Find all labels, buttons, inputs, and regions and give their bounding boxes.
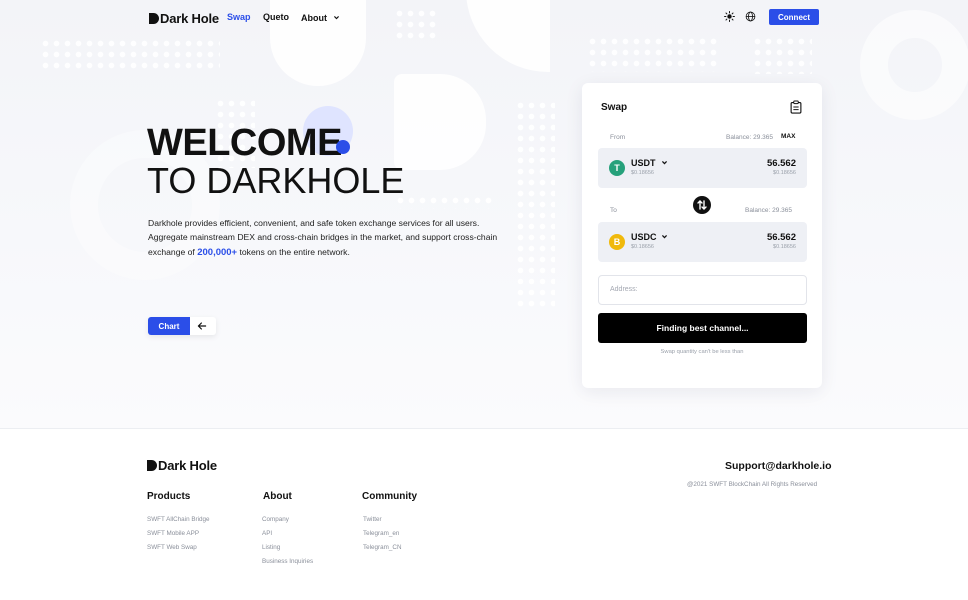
nav-queto[interactable]: Queto <box>263 12 289 22</box>
connect-button[interactable]: Connect <box>769 9 819 25</box>
logo-mark-icon <box>149 13 159 24</box>
to-balance: Balance: 29.365 <box>745 207 792 214</box>
swap-arrows-icon <box>697 200 707 210</box>
dot-pattern <box>395 195 495 209</box>
nav-about-label: About <box>301 13 327 23</box>
from-token-box[interactable]: T USDT $0.18656 56.562 $0.18656 <box>598 148 807 188</box>
from-token-price: $0.18656 <box>631 170 654 176</box>
to-token-name: USDC <box>631 232 657 242</box>
hero-description: Darkhole provides efficient, convenient,… <box>148 216 508 260</box>
footer-col-about-title: About <box>263 491 292 502</box>
chart-toggle: Chart <box>148 317 216 335</box>
chart-button[interactable]: Chart <box>148 317 190 335</box>
to-amount: 56.562 <box>766 232 796 243</box>
hero-background <box>0 0 968 428</box>
swap-hint: Swap quantity can't be less than <box>660 349 744 355</box>
footer-col-community-title: Community <box>362 491 417 502</box>
footer-link[interactable]: Twitter <box>363 516 382 523</box>
logo[interactable]: Dark Hole <box>149 11 219 26</box>
dot-pattern <box>587 36 717 72</box>
footer-link[interactable]: Listing <box>262 544 280 551</box>
globe-icon[interactable] <box>745 11 756 22</box>
from-balance: Balance: 29.365 <box>726 134 773 141</box>
chevron-down-icon <box>333 16 339 20</box>
sun-icon[interactable] <box>724 11 735 22</box>
footer-link[interactable]: Telegram_en <box>363 530 399 537</box>
from-label: From <box>610 134 626 141</box>
support-email-link[interactable]: Support@darkhole.io <box>725 460 832 472</box>
logo-text: Dark Hole <box>160 11 219 26</box>
footer-logo[interactable]: Dark Hole <box>147 458 217 473</box>
nav-about[interactable]: About <box>301 13 340 23</box>
from-amount-value: $0.18656 <box>773 170 796 176</box>
hero-title-line1: WELCOME <box>147 122 342 164</box>
copyright-text: @2021 SWFT BlockChain All Rights Reserve… <box>687 481 818 488</box>
to-token-box[interactable]: B USDC $0.18656 56.562 $0.18656 <box>598 222 807 262</box>
hero-title-line2: TO DARKHOLE <box>147 160 405 201</box>
blue-dot-accent <box>336 140 350 154</box>
from-token-name: USDT <box>631 158 656 168</box>
top-nav: Dark Hole Swap Queto About Connect <box>0 0 968 34</box>
logo-mark-icon <box>147 460 157 471</box>
from-amount[interactable]: 56.562 <box>767 158 796 169</box>
address-input[interactable]: Address: <box>598 275 807 305</box>
address-placeholder: Address: <box>610 286 638 293</box>
footer-logo-text: Dark Hole <box>158 458 217 473</box>
swap-card-title: Swap <box>601 102 628 113</box>
footer-link[interactable]: SWFT AllChain Bridge <box>147 516 210 523</box>
finding-channel-button[interactable]: Finding best channel... <box>598 313 807 343</box>
footer-link[interactable]: SWFT Web Swap <box>147 544 197 551</box>
token-count-highlight: 200,000+ <box>197 246 238 258</box>
max-button[interactable]: MAX <box>781 133 795 140</box>
footer-link[interactable]: Company <box>262 516 289 523</box>
footer-link[interactable]: Business Inquiries <box>262 558 313 565</box>
footer-divider <box>0 428 968 429</box>
to-token-price: $0.18656 <box>631 244 654 250</box>
footer-col-products-title: Products <box>147 491 191 502</box>
footer-link[interactable]: API <box>262 530 272 537</box>
clipboard-icon[interactable] <box>790 100 802 114</box>
chevron-down-icon[interactable] <box>661 159 668 166</box>
chevron-down-icon[interactable] <box>661 233 668 240</box>
dot-pattern <box>40 38 220 72</box>
footer-link[interactable]: Telegram_CN <box>363 544 402 551</box>
desc-text-end: tokens on the entire network. <box>239 246 350 257</box>
dot-pattern <box>515 100 555 310</box>
arrow-left-icon[interactable] <box>196 320 208 332</box>
swap-direction-button[interactable] <box>693 196 711 214</box>
nav-swap[interactable]: Swap <box>227 12 251 22</box>
usdt-icon: T <box>609 160 625 176</box>
footer-link[interactable]: SWFT Mobile APP <box>147 530 199 537</box>
usdc-icon: B <box>609 234 625 250</box>
to-label: To <box>610 207 617 214</box>
to-amount-value: $0.18656 <box>773 244 796 250</box>
swap-card: Swap From Balance: 29.365 MAX T USDT $0.… <box>582 83 822 388</box>
bg-shape <box>394 74 486 170</box>
dot-pattern <box>752 36 812 74</box>
